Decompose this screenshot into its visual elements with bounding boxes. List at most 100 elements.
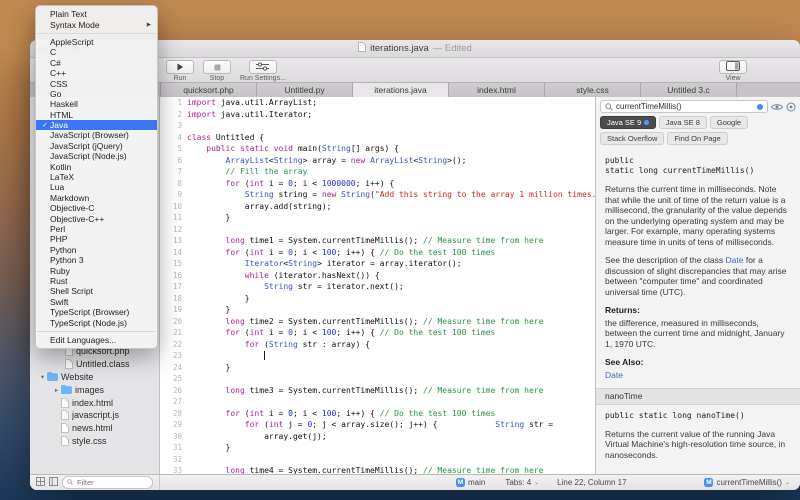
file-tree-item-news-html[interactable]: news.html [30,422,159,435]
target-icon[interactable] [786,102,796,112]
tab-untitled-3-c[interactable]: Untitled 3.c [641,83,737,97]
menu-item-css[interactable]: CSS [36,78,157,88]
code-line[interactable]: 20 long time2 = System.currentTimeMillis… [160,316,595,328]
menu-item-plain-text[interactable]: Plain Text [36,9,157,19]
menu-item-go[interactable]: Go [36,89,157,99]
file-tree-item-untitled-class[interactable]: Untitled.class [30,358,159,371]
code-line[interactable]: 26 long time3 = System.currentTimeMillis… [160,385,595,397]
view-button[interactable] [719,60,747,74]
menu-item-javascript-jquery[interactable]: JavaScript (jQuery) [36,141,157,151]
menu-item-ruby[interactable]: Ruby [36,265,157,275]
menu-item-shell-script[interactable]: Shell Script [36,286,157,296]
tabs-setting[interactable]: Tabs: 4 ⌄ [505,478,539,487]
scope-indicator[interactable]: M main [456,478,485,487]
code-line[interactable]: 3 [160,120,595,132]
menu-item-swift[interactable]: Swift [36,297,157,307]
menu-item-python-3[interactable]: Python 3 [36,255,157,265]
tab-untitled-py[interactable]: Untitled.py [257,83,353,97]
doc-link[interactable]: Date [726,255,744,265]
doc-search-input[interactable] [616,102,754,111]
file-tree-item-javascript-js[interactable]: javascript.js [30,409,159,422]
eye-icon[interactable] [771,103,783,111]
disclosure-open-icon[interactable]: ▾ [38,373,47,381]
doc-section-header[interactable]: nanoTime [596,388,800,405]
menu-item-objective-c[interactable]: Objective-C++ [36,213,157,223]
menu-item-python[interactable]: Python [36,245,157,255]
code-line[interactable]: 11 } [160,212,595,224]
code-line[interactable]: 27 [160,396,595,408]
code-line[interactable]: 7 // Fill the array [160,166,595,178]
file-tree-item-index-html[interactable]: index.html [30,396,159,409]
code-line[interactable]: 14 for (int i = 0; i < 100; i++) { // Do… [160,247,595,259]
code-line[interactable]: 16 while (iterator.hasNext()) { [160,270,595,282]
doc-tab-java-se-9[interactable]: Java SE 9 [600,116,656,129]
code-line[interactable]: 18 } [160,293,595,305]
menu-item-rust[interactable]: Rust [36,276,157,286]
code-line[interactable]: 12 [160,224,595,236]
menu-item-c[interactable]: C [36,47,157,57]
filter-field[interactable] [62,476,153,489]
symbol-navigator[interactable]: M currentTimeMillis() ⌄ [704,478,790,487]
tab-quicksort-php[interactable]: quicksort.php [160,83,257,97]
file-tree-item-images[interactable]: ▸images [30,383,159,396]
menu-item-haskell[interactable]: Haskell [36,99,157,109]
code-line[interactable]: 30 array.get(j); [160,431,595,443]
doc-tab-java-se-8[interactable]: Java SE 8 [659,116,707,129]
code-line[interactable]: 21 for (int i = 0; i < 100; i++) { // Do… [160,327,595,339]
menu-item-perl[interactable]: Perl [36,224,157,234]
menu-item-typescript-node-js[interactable]: TypeScript (Node.js) [36,317,157,327]
menu-item-syntax-mode[interactable]: Syntax Mode▶ [36,19,157,29]
code-line[interactable]: 25 [160,373,595,385]
code-line[interactable]: 5 public static void main(String[] args)… [160,143,595,155]
menu-item-typescript-browser[interactable]: TypeScript (Browser) [36,307,157,317]
columns-icon[interactable] [49,477,58,488]
grid-icon[interactable] [36,477,45,488]
tab-style-css[interactable]: style.css [545,83,641,97]
run-settings-button[interactable] [249,60,277,74]
code-line[interactable]: 9 String string = new String("Add this s… [160,189,595,201]
menu-item-objective-c[interactable]: Objective-C [36,203,157,213]
code-line[interactable]: 6 ArrayList<String> array = new ArrayLis… [160,155,595,167]
code-line[interactable]: 4class Untitled { [160,132,595,144]
menu-item-c[interactable]: C# [36,58,157,68]
doc-search-field[interactable] [600,100,768,113]
filter-input[interactable] [75,477,148,488]
doc-tab-stack-overflow[interactable]: Stack Overflow [600,132,664,145]
doc-tab-find-on-page[interactable]: Find On Page [667,132,727,145]
menu-item-latex[interactable]: LaTeX [36,172,157,182]
stop-button[interactable] [203,60,231,74]
doc-link[interactable]: Date [605,370,623,380]
code-line[interactable]: 24 } [160,362,595,374]
code-editor[interactable]: 1import java.util.ArrayList;2import java… [160,97,595,474]
tab-iterations-java[interactable]: iterations.java [353,83,449,97]
code-line[interactable]: 33 long time4 = System.currentTimeMillis… [160,465,595,474]
menu-item-kotlin[interactable]: Kotlin [36,161,157,171]
file-tree-item-website[interactable]: ▾Website [30,371,159,384]
code-line[interactable]: 19 } [160,304,595,316]
code-line[interactable]: 13 long time1 = System.currentTimeMillis… [160,235,595,247]
doc-tab-google[interactable]: Google [710,116,748,129]
code-line[interactable]: 28 for (int i = 0; i < 100; i++) { // Do… [160,408,595,420]
disclosure-closed-icon[interactable]: ▸ [52,386,61,394]
tab-index-html[interactable]: index.html [449,83,545,97]
menu-item-lua[interactable]: Lua [36,182,157,192]
code-line[interactable]: 32 [160,454,595,466]
file-tree-item-style-css[interactable]: style.css [30,435,159,448]
code-line[interactable]: 17 String str = iterator.next(); [160,281,595,293]
menu-item-javascript-node-js[interactable]: JavaScript (Node.js) [36,151,157,161]
code-line[interactable]: 8 for (int i = 0; i < 1000000; i++) { [160,178,595,190]
menu-item-c[interactable]: C++ [36,68,157,78]
menu-item-javascript-browser[interactable]: JavaScript (Browser) [36,130,157,140]
code-line[interactable]: 15 Iterator<String> iterator = array.ite… [160,258,595,270]
menu-item-edit-languages[interactable]: Edit Languages... [36,335,157,345]
code-line[interactable]: 29 for (int j = 0; j < array.size(); j++… [160,419,595,431]
menu-item-applescript[interactable]: AppleScript [36,37,157,47]
code-line[interactable]: 1import java.util.ArrayList; [160,97,595,109]
code-line[interactable]: 10 array.add(string); [160,201,595,213]
menu-item-java[interactable]: ✓Java [36,120,157,130]
menu-item-html[interactable]: HTML [36,110,157,120]
menu-item-markdown[interactable]: Markdown [36,193,157,203]
menu-item-php[interactable]: PHP [36,234,157,244]
code-line[interactable]: 31 } [160,442,595,454]
code-line[interactable]: 22 for (String str : array) { [160,339,595,351]
